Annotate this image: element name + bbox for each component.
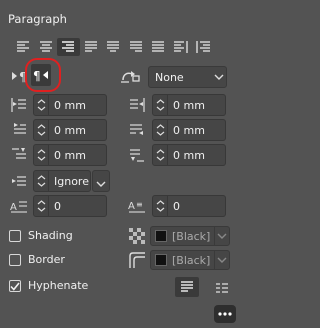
stepper-arrows[interactable] xyxy=(33,195,49,217)
align-to-grid-value[interactable]: Ignore xyxy=(49,170,91,192)
border-label: Border xyxy=(28,253,65,266)
stepper-arrows[interactable] xyxy=(152,119,168,141)
justify-all-icon[interactable] xyxy=(147,38,170,56)
space-after-value[interactable]: 0 mm xyxy=(168,144,226,166)
svg-text:¶: ¶ xyxy=(33,69,41,82)
paragraph-composer-icon[interactable] xyxy=(175,277,199,297)
align-away-from-spine-icon[interactable] xyxy=(192,38,215,56)
border-checkbox[interactable] xyxy=(9,254,21,266)
stepper-arrows[interactable] xyxy=(33,119,49,141)
align-towards-spine-icon[interactable] xyxy=(170,38,193,56)
align-left-icon[interactable] xyxy=(12,38,35,56)
drop-cap-chars-field[interactable]: 0 xyxy=(152,195,226,217)
right-indent-value[interactable]: 0 mm xyxy=(168,94,226,116)
single-line-composer-icon[interactable] xyxy=(210,277,234,297)
align-center-icon[interactable] xyxy=(35,38,58,56)
last-line-indent-field[interactable]: 0 mm xyxy=(152,119,226,141)
drop-cap-lines-icon: A xyxy=(9,196,29,216)
drop-cap-chars-value[interactable]: 0 xyxy=(168,195,226,217)
bullets-numbering-icon xyxy=(120,68,142,88)
left-indent-field[interactable]: 0 mm xyxy=(33,94,107,116)
shading-label: Shading xyxy=(28,229,73,242)
color-swatch xyxy=(155,254,167,266)
first-line-indent-field[interactable]: 0 mm xyxy=(33,119,107,141)
border-color-value: [Black] xyxy=(172,253,211,267)
stepper-arrows[interactable] xyxy=(33,170,49,192)
svg-text:≡: ≡ xyxy=(136,200,143,209)
svg-text:A: A xyxy=(128,201,135,212)
border-color-dropdown[interactable]: [Black] xyxy=(150,250,230,270)
align-right-icon[interactable] xyxy=(57,38,80,56)
hyphenate-checkbox[interactable] xyxy=(9,280,21,292)
hyphenate-label: Hyphenate xyxy=(28,279,89,292)
first-line-indent-value[interactable]: 0 mm xyxy=(49,119,107,141)
ltr-paragraph-icon[interactable]: ¶ xyxy=(9,67,33,85)
align-to-grid-icon xyxy=(9,171,29,191)
drop-cap-lines-value[interactable]: 0 xyxy=(49,195,107,217)
alignment-toolbar xyxy=(12,38,215,56)
justify-last-left-icon[interactable] xyxy=(80,38,103,56)
color-swatch xyxy=(155,230,167,242)
space-before-icon xyxy=(9,145,29,165)
last-line-indent-value[interactable]: 0 mm xyxy=(168,119,226,141)
first-line-indent-icon xyxy=(9,120,29,140)
chevron-down-icon xyxy=(212,74,226,80)
stepper-arrows[interactable] xyxy=(33,94,49,116)
shading-checkbox[interactable] xyxy=(9,230,21,242)
stepper-arrows[interactable] xyxy=(152,195,168,217)
stepper-arrows[interactable] xyxy=(152,144,168,166)
space-after-field[interactable]: 0 mm xyxy=(152,144,226,166)
right-indent-icon xyxy=(127,95,147,115)
right-indent-field[interactable]: 0 mm xyxy=(152,94,226,116)
border-corner-icon[interactable] xyxy=(128,251,146,273)
align-to-grid-dropdown[interactable] xyxy=(92,170,110,192)
space-before-value[interactable]: 0 mm xyxy=(49,144,107,166)
space-before-field[interactable]: 0 mm xyxy=(33,144,107,166)
left-indent-icon xyxy=(9,95,29,115)
chevron-down-icon xyxy=(96,172,106,191)
bullets-dropdown[interactable]: None xyxy=(148,66,227,88)
chevron-down-icon xyxy=(214,251,229,269)
stepper-arrows[interactable] xyxy=(33,144,49,166)
left-indent-value[interactable]: 0 mm xyxy=(49,94,107,116)
align-to-grid-field[interactable]: Ignore xyxy=(33,170,91,192)
justify-last-center-icon[interactable] xyxy=(102,38,125,56)
rtl-paragraph-icon[interactable]: ¶ xyxy=(31,64,51,86)
last-line-indent-icon xyxy=(127,120,147,140)
justify-last-right-icon[interactable] xyxy=(125,38,148,56)
more-options-icon[interactable] xyxy=(214,305,236,323)
space-after-icon xyxy=(127,145,147,165)
svg-text:A: A xyxy=(10,202,17,213)
chevron-down-icon xyxy=(214,227,229,245)
shading-grid-icon[interactable] xyxy=(128,227,146,249)
drop-cap-chars-icon: A ≡ xyxy=(127,196,147,216)
shading-color-dropdown[interactable]: [Black] xyxy=(150,226,230,246)
bullets-dropdown-value: None xyxy=(155,70,184,84)
stepper-arrows[interactable] xyxy=(152,94,168,116)
shading-color-value: [Black] xyxy=(172,229,211,243)
panel-title: Paragraph xyxy=(8,12,67,26)
drop-cap-lines-field[interactable]: 0 xyxy=(33,195,107,217)
svg-text:¶: ¶ xyxy=(19,70,27,83)
